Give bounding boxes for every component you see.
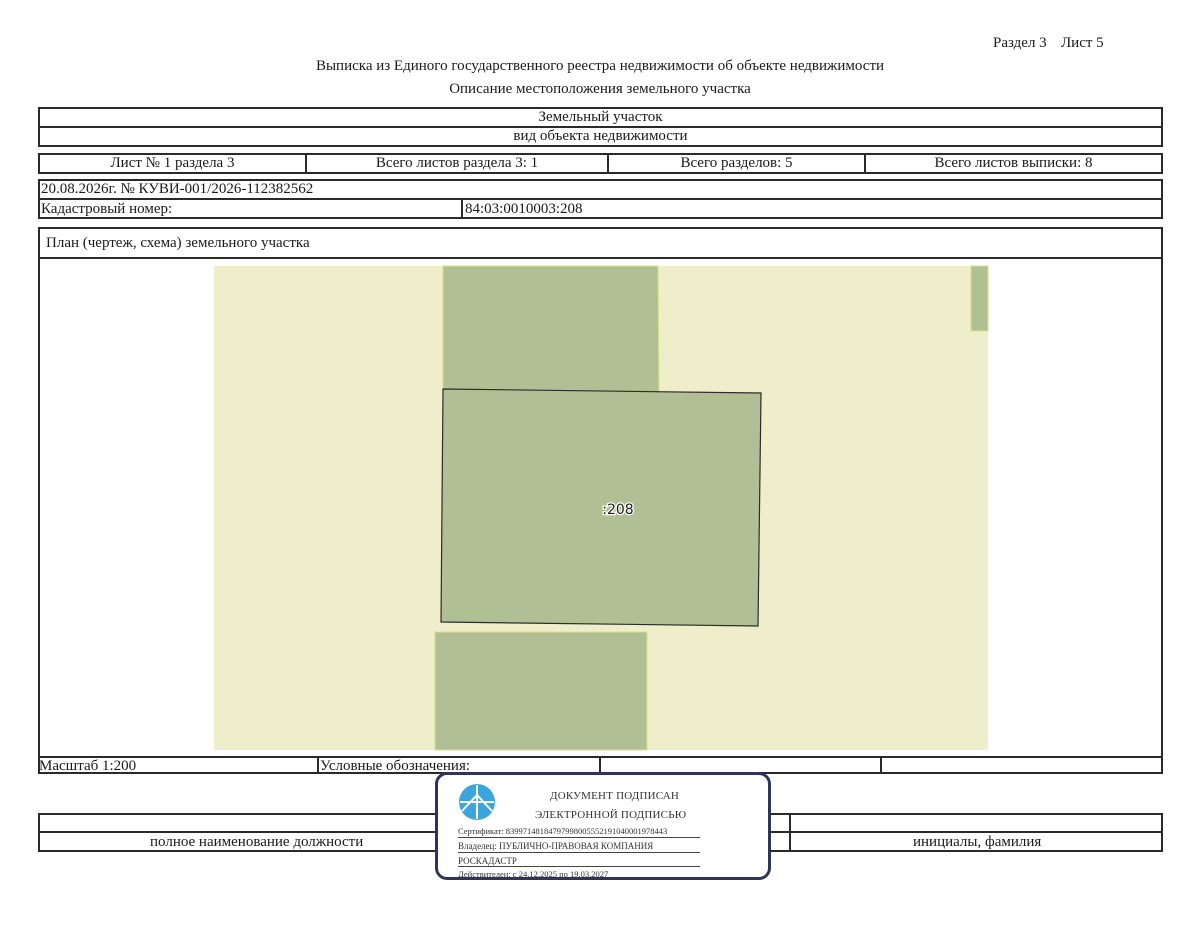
signature-line2: ЭЛЕКТРОННОЙ ПОДПИСЬЮ [535, 809, 687, 821]
underline [458, 852, 700, 853]
underline [458, 866, 700, 867]
underline [458, 837, 700, 838]
parcel-208-outline [440, 388, 762, 627]
roskadastr-emblem-icon [459, 784, 495, 820]
name-caption: инициалы, фамилия [913, 834, 1042, 850]
signature-line1: ДОКУМЕНТ ПОДПИСАН [550, 790, 680, 802]
electronic-signature-stamp: ДОКУМЕНТ ПОДПИСАН ЭЛЕКТРОННОЙ ПОДПИСЬЮ С… [435, 772, 771, 880]
neighbor-parcel-north [442, 265, 660, 395]
divider [789, 813, 791, 852]
divider [317, 756, 319, 774]
neighbor-parcel-south [434, 631, 648, 751]
position-caption: полное наименование должности [150, 834, 364, 850]
scale-label: Масштаб 1:200 [39, 758, 137, 774]
divider [880, 756, 882, 774]
signature-owner-line2: РОСКАДАСТР [458, 856, 517, 866]
signature-certificate: Сертификат: 8399714818479799800555219104… [458, 826, 668, 836]
parcel-label: :208 [602, 502, 633, 518]
neighbor-parcel-east [970, 265, 989, 332]
signature-validity: Действителен: с 24.12.2025 по 19.03.2027 [458, 869, 609, 879]
signature-owner-line1: Владелец: ПУБЛИЧНО-ПРАВОВАЯ КОМПАНИЯ [458, 841, 654, 851]
